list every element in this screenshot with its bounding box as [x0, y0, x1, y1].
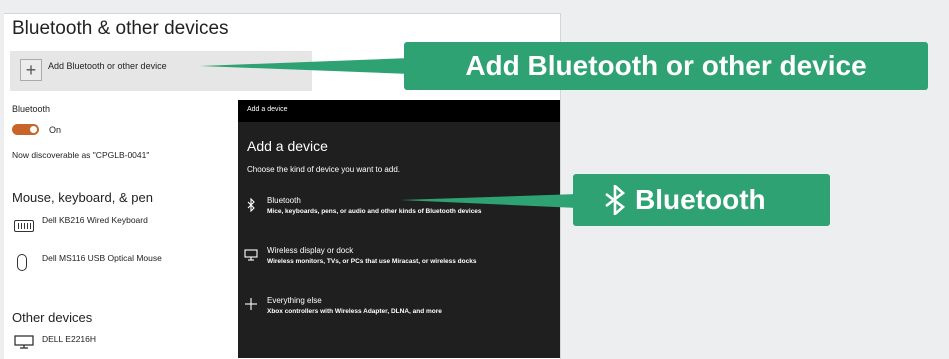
- bluetooth-callout: Bluetooth: [573, 174, 830, 226]
- add-device-callout-label: Add Bluetooth or other device: [465, 50, 867, 81]
- bluetooth-callout-label: Bluetooth: [635, 184, 766, 215]
- bluetooth-callout-pointer: [400, 194, 578, 208]
- add-callout-pointer: [200, 58, 410, 74]
- bluetooth-icon: [605, 185, 626, 215]
- add-device-callout: Add Bluetooth or other device: [404, 42, 928, 90]
